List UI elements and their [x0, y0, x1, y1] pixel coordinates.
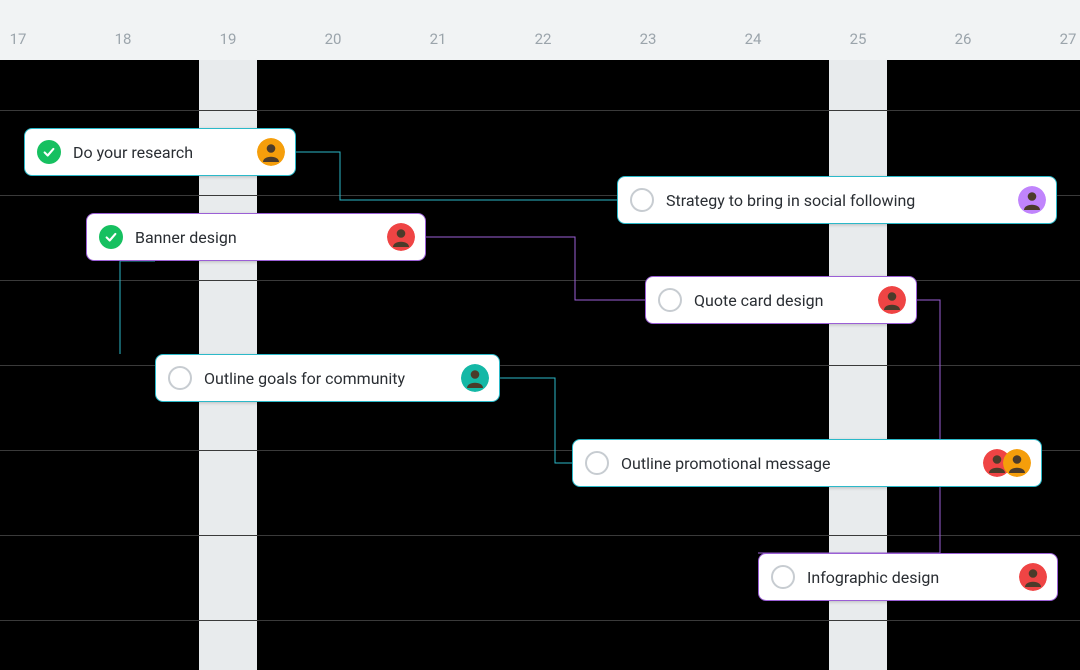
- timeline-day-label: 19: [220, 30, 237, 48]
- timeline-day-label: 23: [640, 30, 657, 48]
- timeline-row-line: [0, 280, 1080, 281]
- avatar[interactable]: [387, 223, 415, 251]
- task-card-infographic[interactable]: Infographic design: [758, 553, 1058, 601]
- timeline-day-label: 20: [325, 30, 342, 48]
- assignee-group: [1019, 563, 1047, 591]
- timeline-row-line: [0, 110, 1080, 111]
- task-label: Outline promotional message: [621, 454, 971, 473]
- avatar[interactable]: [1003, 449, 1031, 477]
- todo-circle-icon[interactable]: [585, 451, 609, 475]
- assignee-group: [983, 449, 1031, 477]
- timeline-day-label: 17: [10, 30, 27, 48]
- avatar[interactable]: [878, 286, 906, 314]
- task-label: Infographic design: [807, 568, 1007, 587]
- timeline-day-label: 27: [1060, 30, 1077, 48]
- timeline-row-line: [0, 535, 1080, 536]
- avatar[interactable]: [1019, 563, 1047, 591]
- timeline-row-line: [0, 620, 1080, 621]
- avatar[interactable]: [257, 138, 285, 166]
- timeline-day-label: 24: [745, 30, 762, 48]
- avatar[interactable]: [461, 364, 489, 392]
- task-card-quote[interactable]: Quote card design: [645, 276, 917, 324]
- timeline-day-label: 21: [430, 30, 447, 48]
- todo-circle-icon[interactable]: [771, 565, 795, 589]
- timeline-day-label: 26: [955, 30, 972, 48]
- timeline-day-label: 25: [850, 30, 867, 48]
- timeline-day-label: 18: [115, 30, 132, 48]
- task-card-strategy[interactable]: Strategy to bring in social following: [617, 176, 1057, 224]
- todo-circle-icon[interactable]: [658, 288, 682, 312]
- task-card-banner[interactable]: Banner design: [86, 213, 426, 261]
- check-circle-icon[interactable]: [37, 140, 61, 164]
- assignee-group: [461, 364, 489, 392]
- task-card-research[interactable]: Do your research: [24, 128, 296, 176]
- assignee-group: [878, 286, 906, 314]
- task-label: Do your research: [73, 143, 245, 162]
- avatar[interactable]: [1018, 186, 1046, 214]
- check-circle-icon[interactable]: [99, 225, 123, 249]
- assignee-group: [1018, 186, 1046, 214]
- todo-circle-icon[interactable]: [168, 366, 192, 390]
- task-label: Banner design: [135, 228, 375, 247]
- task-card-outline-promo[interactable]: Outline promotional message: [572, 439, 1042, 487]
- timeline-day-label: 22: [535, 30, 552, 48]
- task-card-outline-goals[interactable]: Outline goals for community: [155, 354, 500, 402]
- assignee-group: [387, 223, 415, 251]
- assignee-group: [257, 138, 285, 166]
- task-label: Strategy to bring in social following: [666, 191, 1006, 210]
- todo-circle-icon[interactable]: [630, 188, 654, 212]
- task-label: Outline goals for community: [204, 369, 449, 388]
- task-label: Quote card design: [694, 291, 866, 310]
